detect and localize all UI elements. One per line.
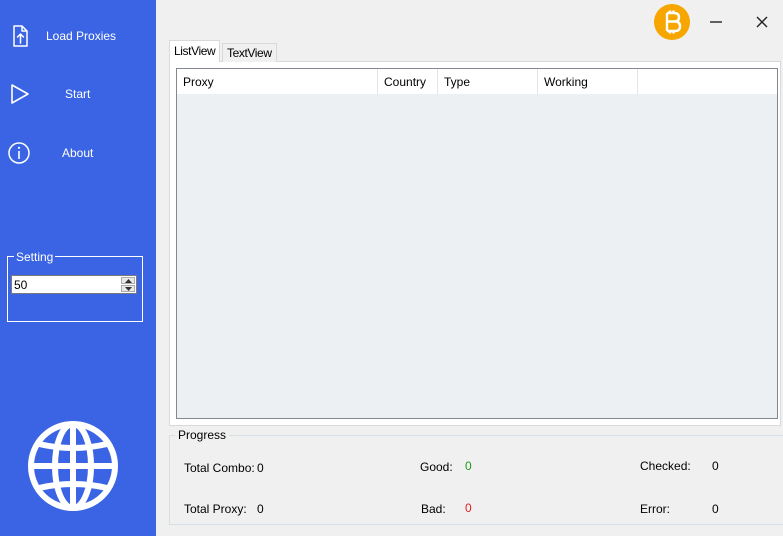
column-header-country[interactable]: Country	[378, 69, 438, 94]
start-button[interactable]: Start	[0, 76, 156, 112]
stepper-down-button[interactable]	[121, 285, 135, 292]
error-label: Error:	[640, 502, 670, 516]
bad-value: 0	[465, 501, 472, 515]
checked-value: 0	[712, 459, 719, 473]
list-header: Proxy Country Type Working	[177, 69, 777, 94]
about-label: About	[62, 146, 94, 160]
load-proxies-label: Load Proxies	[46, 29, 117, 43]
total-combo-label: Total Combo:	[184, 461, 255, 475]
tab-listview[interactable]: ListView	[169, 40, 221, 62]
close-button[interactable]	[748, 8, 776, 36]
setting-stepper[interactable]	[11, 275, 137, 294]
bitcoin-icon[interactable]	[654, 4, 690, 40]
stepper-up-button[interactable]	[121, 277, 135, 284]
info-icon	[8, 142, 30, 164]
column-header-empty[interactable]	[638, 69, 777, 94]
play-icon	[11, 84, 29, 104]
total-proxy-label: Total Proxy:	[184, 502, 247, 516]
load-proxies-button[interactable]: Load Proxies	[0, 18, 156, 54]
error-value: 0	[712, 502, 719, 516]
column-header-working[interactable]: Working	[538, 69, 638, 94]
stepper-arrows	[121, 277, 135, 292]
tab-textview[interactable]: TextView	[222, 43, 277, 62]
close-icon	[756, 16, 768, 28]
sidebar: Load Proxies Start About Setting	[0, 0, 156, 536]
good-label: Good:	[420, 460, 453, 474]
minimize-icon	[710, 21, 722, 23]
column-header-proxy[interactable]: Proxy	[177, 69, 378, 94]
progress-title: Progress	[175, 428, 230, 442]
setting-input[interactable]	[14, 277, 118, 292]
total-combo-value: 0	[257, 461, 264, 475]
column-header-type[interactable]: Type	[438, 69, 538, 94]
upload-file-icon	[13, 25, 28, 47]
bad-label: Bad:	[421, 502, 446, 516]
total-proxy-value: 0	[257, 502, 264, 516]
globe-icon	[28, 421, 118, 511]
about-button[interactable]: About	[0, 135, 156, 171]
chevron-down-icon	[125, 287, 132, 291]
chevron-up-icon	[125, 279, 132, 283]
proxy-list-view[interactable]: Proxy Country Type Working	[176, 68, 778, 419]
good-value: 0	[465, 459, 472, 473]
checked-label: Checked:	[640, 459, 691, 473]
start-label: Start	[65, 87, 91, 101]
setting-label: Setting	[14, 250, 56, 264]
minimize-button[interactable]	[702, 8, 730, 36]
